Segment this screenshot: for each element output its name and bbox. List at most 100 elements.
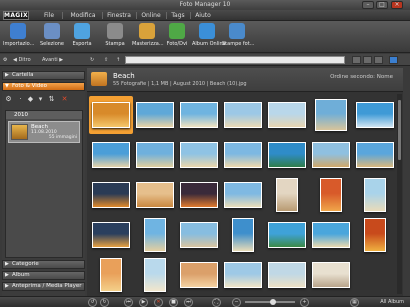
photo-thumbnail[interactable] xyxy=(265,136,309,174)
photo-thumbnail[interactable] xyxy=(133,256,177,294)
photo-thumbnail[interactable] xyxy=(177,136,221,174)
photo-thumbnail[interactable] xyxy=(133,96,177,134)
year-group[interactable]: 2010 xyxy=(6,111,82,119)
photo-thumbnail[interactable] xyxy=(309,176,353,214)
toolbar-button-6[interactable]: Album Online xyxy=(192,23,226,51)
help-icon[interactable] xyxy=(389,56,398,64)
path-input[interactable] xyxy=(125,56,345,64)
stop-icon[interactable]: ■ xyxy=(169,298,178,307)
section-album[interactable]: ▶ Album xyxy=(2,271,85,280)
photo-thumbnail[interactable] xyxy=(89,216,133,254)
section-foto-video[interactable]: ▼ Foto & Video xyxy=(2,82,85,91)
rating-icon[interactable]: · xyxy=(16,95,25,104)
photo-thumbnail[interactable] xyxy=(265,256,309,294)
settings-icon[interactable]: ⚙ xyxy=(3,56,7,64)
photo-thumbnail[interactable] xyxy=(265,96,309,134)
menu-modifica[interactable]: Modifica xyxy=(66,11,100,20)
photo-image xyxy=(312,262,350,288)
play-icon[interactable]: ▶ xyxy=(139,298,148,307)
tag-icon[interactable]: ◆ xyxy=(26,95,35,104)
photo-thumbnail[interactable] xyxy=(177,96,221,134)
color-icon[interactable]: ▾ xyxy=(36,95,45,104)
toolbar-button-5[interactable]: Foto/Dvi xyxy=(162,23,192,51)
toolbar-button-0[interactable]: Importazio... xyxy=(3,23,34,51)
photo-thumbnail[interactable] xyxy=(309,256,353,294)
zoom-out-icon[interactable]: − xyxy=(232,298,241,307)
clear-filter-icon[interactable]: ✕ xyxy=(60,95,69,104)
photo-thumbnail[interactable] xyxy=(133,216,177,254)
vertical-scrollbar[interactable] xyxy=(397,94,402,294)
menu-aiuto[interactable]: Aiuto xyxy=(192,11,214,20)
menu-file[interactable]: File xyxy=(38,11,60,20)
photo-thumbnail[interactable] xyxy=(89,256,133,294)
photo-image xyxy=(356,142,394,168)
fullscreen-icon[interactable]: ⛶ xyxy=(212,298,221,307)
photo-thumbnail[interactable] xyxy=(133,176,177,214)
zoom-in-icon[interactable]: + xyxy=(300,298,309,307)
toolbar-button-4[interactable]: Masterizza... xyxy=(132,23,164,51)
photo-thumbnail[interactable] xyxy=(309,216,353,254)
toolbar-button-2[interactable]: Esporta xyxy=(67,23,97,51)
sort-icon[interactable]: ⇅ xyxy=(47,95,56,104)
photo-thumbnail[interactable] xyxy=(89,176,133,214)
rotate-left-icon[interactable]: ↺ xyxy=(88,298,97,307)
settings-icon[interactable]: ⚙ xyxy=(4,95,13,104)
photo-thumbnail[interactable] xyxy=(221,96,265,134)
maximize-button[interactable]: □ xyxy=(376,1,388,9)
delete-icon[interactable]: ✕ xyxy=(154,298,163,307)
section-label: Album xyxy=(12,272,30,278)
photo-thumbnail[interactable] xyxy=(353,96,397,134)
next-icon[interactable]: ⏭ xyxy=(184,298,193,307)
bottom-bar: ↺ ↻ ⏮ ▶ ✕ ■ ⏭ ⛶ − + ▦ All Album xyxy=(0,296,410,307)
forward-button[interactable]: Avanti ▶ xyxy=(42,56,63,64)
folder-up-icon[interactable]: ⇧ xyxy=(104,56,108,64)
photo-thumbnail[interactable] xyxy=(177,216,221,254)
photo-image xyxy=(276,178,298,212)
photo-thumbnail[interactable] xyxy=(353,176,397,214)
zoom-slider[interactable] xyxy=(245,299,295,305)
album-item-beach[interactable]: Beach 11.08.2010 55 immagini xyxy=(8,121,80,143)
scrollbar-thumb[interactable] xyxy=(398,100,401,160)
close-button[interactable]: × xyxy=(391,1,403,9)
photo-thumbnail[interactable] xyxy=(353,136,397,174)
menu-online[interactable]: Online xyxy=(138,11,164,20)
photo-thumbnail[interactable] xyxy=(89,96,133,134)
up-arrow-icon[interactable]: ↑ xyxy=(116,56,120,64)
zoom-slider-knob[interactable] xyxy=(269,299,276,305)
photo-thumbnail[interactable] xyxy=(221,216,265,254)
previous-icon[interactable]: ⏮ xyxy=(124,298,133,307)
photo-thumbnail[interactable] xyxy=(309,136,353,174)
toolbar-button-3[interactable]: Stampa xyxy=(100,23,130,51)
photo-image xyxy=(312,222,350,248)
photo-thumbnail[interactable] xyxy=(133,136,177,174)
sort-order[interactable]: Ordine secondo: Nome xyxy=(330,74,393,80)
photo-thumbnail[interactable] xyxy=(177,176,221,214)
menu-tags[interactable]: Tags xyxy=(168,11,188,20)
view-details-icon[interactable] xyxy=(363,56,372,64)
rotate-right-icon[interactable]: ↻ xyxy=(100,298,109,307)
section-anteprima[interactable]: ▶ Anteprima / Media Player xyxy=(2,282,85,291)
photo-thumbnail[interactable] xyxy=(89,136,133,174)
photo-thumbnail[interactable] xyxy=(221,256,265,294)
photo-thumbnail[interactable] xyxy=(265,216,309,254)
refresh-icon[interactable]: ↻ xyxy=(90,56,94,64)
section-categorie[interactable]: ▶ Categorie xyxy=(2,260,85,269)
photo-thumbnail[interactable] xyxy=(221,176,265,214)
forward-label: Avanti xyxy=(42,57,58,63)
toolbar-button-1[interactable]: Selezione xyxy=(37,23,67,51)
all-albums-label[interactable]: All Album xyxy=(380,299,404,305)
main-toolbar: Importazio... Selezione Esporta Stampa Maste… xyxy=(0,21,410,53)
section-cartella[interactable]: ▶ Cartella xyxy=(2,71,85,80)
photo-thumbnail[interactable] xyxy=(265,176,309,214)
photo-thumbnail[interactable] xyxy=(353,216,397,254)
photo-thumbnail[interactable] xyxy=(177,256,221,294)
view-thumbnails-icon[interactable] xyxy=(374,56,383,64)
photo-thumbnail[interactable] xyxy=(309,96,353,134)
menu-finestra[interactable]: Finestra xyxy=(104,11,134,20)
photo-thumbnail[interactable] xyxy=(221,136,265,174)
back-button[interactable]: ◀ Ditro xyxy=(13,56,31,64)
minimize-button[interactable]: – xyxy=(362,1,374,9)
view-list-icon[interactable] xyxy=(352,56,361,64)
toolbar-button-7[interactable]: Stampe fot... xyxy=(222,23,254,51)
albums-icon[interactable]: ▦ xyxy=(350,298,359,307)
